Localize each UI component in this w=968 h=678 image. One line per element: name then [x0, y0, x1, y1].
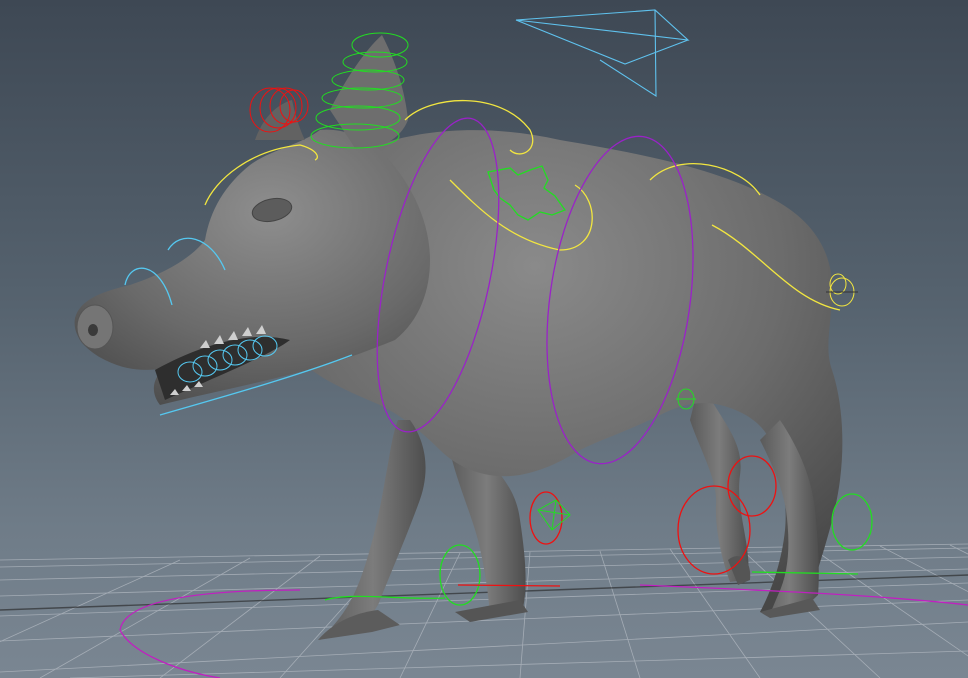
front-foot-control-near[interactable]: [439, 544, 481, 606]
front-foot-ik-control[interactable]: [537, 499, 571, 531]
camera-icon[interactable]: [515, 9, 690, 98]
foot-ground-line-red[interactable]: [457, 584, 561, 587]
nostril: [88, 324, 98, 336]
scene-canvas[interactable]: [0, 0, 968, 678]
hind-foot-control-near[interactable]: [831, 493, 873, 551]
viewport-3d[interactable]: [0, 0, 968, 678]
grid-axis-line: [0, 574, 968, 611]
front-leg-near: [320, 420, 426, 640]
front-knee-control[interactable]: [529, 491, 563, 545]
front-hoof-near: [318, 610, 400, 640]
